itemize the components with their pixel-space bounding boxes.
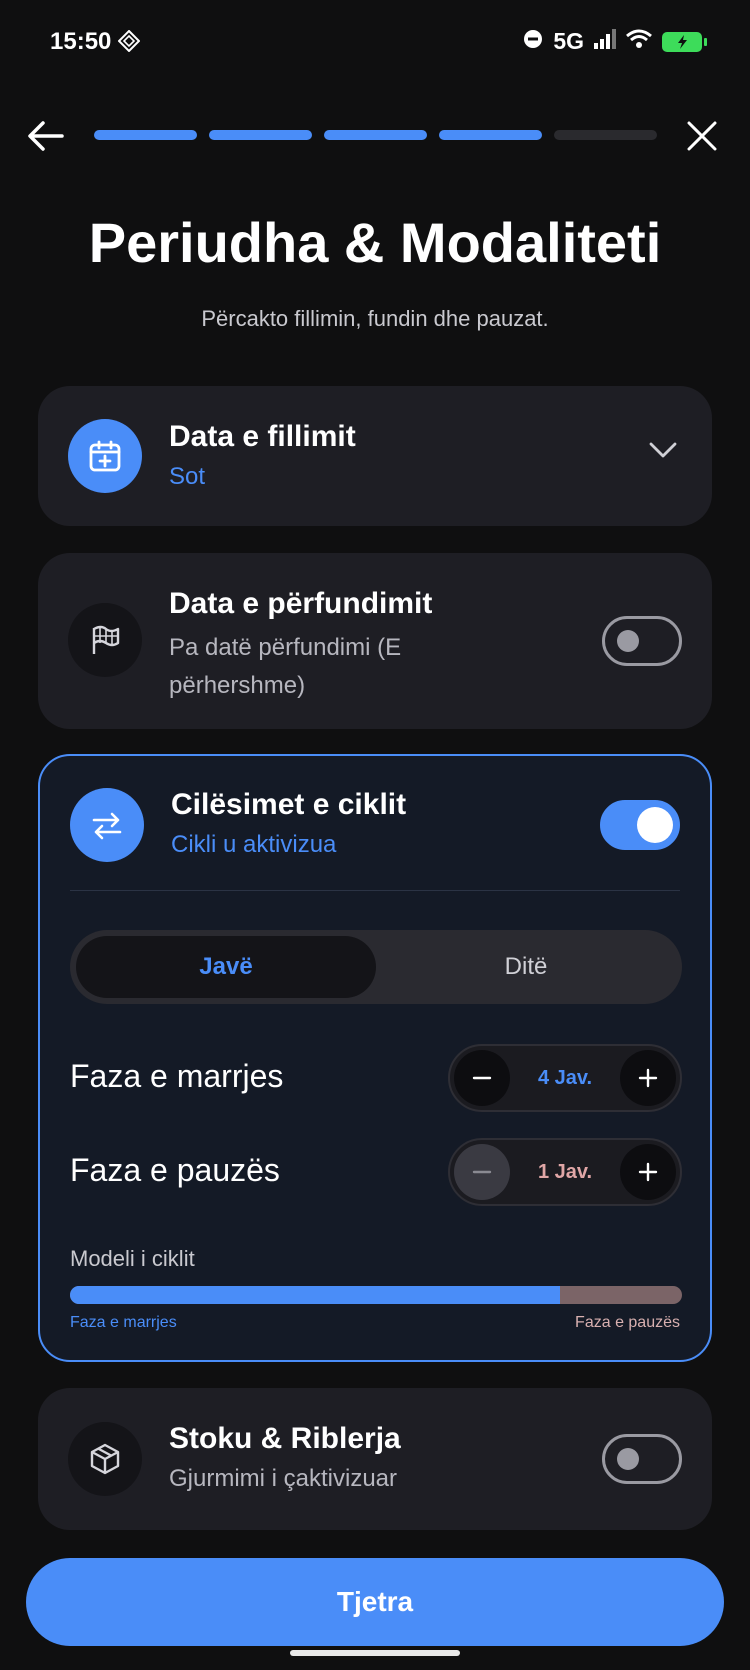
step-progress [94, 130, 657, 140]
cycle-status: Cikli u aktivizua [171, 831, 337, 858]
intake-phase-stepper: 4 Jav. [448, 1044, 682, 1112]
end-date-value: Pa datë përfundimi (E përhershme) [169, 634, 402, 699]
battery-icon [662, 31, 707, 52]
page-subtitle: Përcakto fillimin, fundin dhe pauzat. [201, 306, 549, 331]
progress-segment [554, 130, 657, 140]
tab-days[interactable]: Ditë [376, 936, 676, 998]
cycle-model-bar [70, 1286, 682, 1304]
progress-segment [439, 130, 542, 140]
home-indicator [290, 1650, 460, 1656]
app-notification-icon [117, 29, 141, 57]
stock-card: Stoku & Riblerja Gjurmimi i çaktivizuar [38, 1388, 712, 1530]
intake-phase-label: Faza e marrjes [70, 1058, 284, 1094]
swap-arrows-icon [70, 788, 144, 862]
model-pause-label: Faza e pauzës [575, 1314, 680, 1331]
box-icon [68, 1422, 142, 1496]
decrement-pause-button[interactable] [454, 1144, 510, 1200]
stock-value: Gjurmimi i çaktivizuar [169, 1465, 398, 1492]
flag-icon [68, 603, 142, 677]
next-button[interactable]: Tjetra [26, 1558, 724, 1646]
status-bar: 15:50 5G [0, 0, 750, 88]
increment-intake-button[interactable] [620, 1050, 676, 1106]
stock-toggle[interactable] [602, 1434, 682, 1484]
signal-icon [594, 29, 616, 54]
pause-phase-value: 1 Jav. [537, 1160, 593, 1183]
wifi-icon [626, 29, 652, 54]
do-not-disturb-icon [523, 29, 543, 54]
progress-segment [94, 130, 197, 140]
pause-phase-stepper: 1 Jav. [448, 1138, 682, 1206]
stock-title: Stoku & Riblerja [169, 1422, 401, 1455]
start-date-title: Data e fillimit [169, 420, 356, 453]
cycle-settings-card: Cilësimet e ciklit Cikli u aktivizua Jav… [38, 754, 712, 1362]
back-arrow-icon[interactable] [26, 116, 66, 156]
end-date-card: Data e përfundimit Pa datë përfundimi (E… [38, 553, 712, 729]
cycle-toggle[interactable] [600, 800, 680, 850]
start-date-value: Sot [169, 463, 206, 490]
chevron-down-icon[interactable] [648, 440, 678, 465]
cycle-title: Cilësimet e ciklit [171, 788, 407, 821]
divider [70, 890, 680, 891]
end-date-title: Data e përfundimit [169, 587, 433, 620]
progress-segment [209, 130, 312, 140]
decrement-intake-button[interactable] [454, 1050, 510, 1106]
status-time: 15:50 [50, 28, 112, 55]
calendar-add-icon [68, 419, 142, 493]
increment-pause-button[interactable] [620, 1144, 676, 1200]
model-intake-label: Faza e marrjes [70, 1314, 177, 1331]
progress-segment [324, 130, 427, 140]
intake-share-fill [70, 1286, 560, 1304]
top-navigation [0, 110, 750, 160]
status-icons: 5G [523, 28, 707, 55]
close-icon[interactable] [682, 116, 722, 156]
page-title: Periudha & Modaliteti [88, 211, 662, 274]
start-date-card[interactable]: Data e fillimit Sot [38, 386, 712, 526]
intake-phase-value: 4 Jav. [537, 1066, 593, 1089]
pause-phase-label: Faza e pauzës [70, 1152, 280, 1188]
tab-weeks[interactable]: Javë [76, 936, 376, 998]
end-date-toggle[interactable] [602, 616, 682, 666]
cycle-model-title: Modeli i ciklit [70, 1246, 195, 1271]
network-type: 5G [553, 28, 584, 54]
unit-selector: Javë Ditë [70, 930, 682, 1004]
